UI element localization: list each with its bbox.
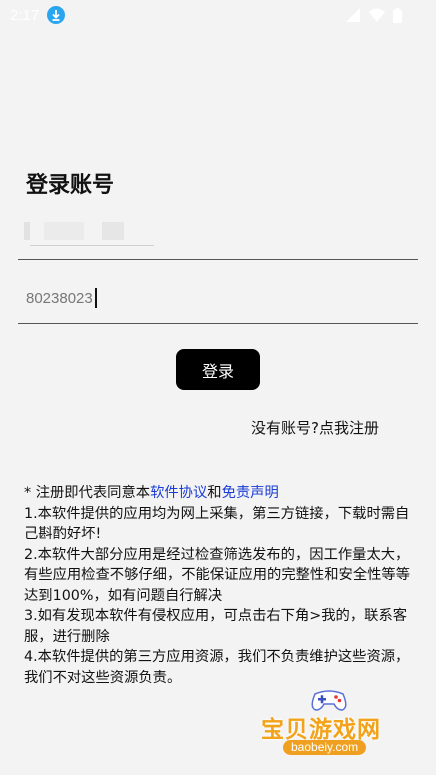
page-title: 登录账号 [26, 173, 115, 198]
account-blur [24, 222, 30, 240]
register-link[interactable]: 没有账号?点我注册 [251, 417, 379, 438]
notice-text: * 注册即代表同意本软件协议和免责声明 1.本软件提供的应用均为网上采集，第三方… [24, 483, 418, 688]
account-input[interactable] [24, 220, 154, 246]
disclaimer-link[interactable]: 免责声明 [222, 485, 279, 501]
login-button[interactable]: 登录 [176, 349, 260, 390]
notice-item-2: 2.本软件大部分应用是经过检查筛选发布的，因工作量太大，有些应用检查不够仔细，不… [24, 546, 411, 604]
account-blur [102, 222, 124, 240]
notice-line: * 注册即代表同意本软件协议和免责声明 [24, 483, 418, 504]
wifi-icon [369, 8, 385, 22]
agreement-link[interactable]: 软件协议 [150, 485, 207, 501]
status-bar: 2:17 [0, 0, 436, 30]
notice-and: 和 [207, 485, 222, 501]
gamepad-icon [311, 690, 347, 711]
notice-item-4: 4.本软件提供的第三方应用资源，我们不负责维护这些资源，我们不对这些资源负责。 [24, 649, 410, 686]
download-icon [47, 6, 66, 24]
password-underline [18, 323, 418, 324]
password-input[interactable]: 80238023 [26, 288, 97, 308]
notice-item-3: 3.如有发现本软件有侵权应用，可点击右下角>我的，联系客服，进行删除 [24, 608, 408, 645]
text-cursor [94, 288, 97, 308]
notice-item-1: 1.本软件提供的应用均为网上采集，第三方链接，下载时需自己斟酌好坏! [24, 505, 410, 543]
account-inner-line [30, 245, 154, 246]
watermark-logo: 宝贝游戏网 baobeiy.com [255, 688, 405, 758]
battery-icon [393, 7, 402, 23]
account-underline [18, 259, 418, 260]
watermark-name: 宝贝游戏网 [261, 717, 381, 743]
watermark-url: baobeiy.com [283, 740, 367, 755]
account-blur [44, 222, 84, 240]
password-value: 80238023 [26, 289, 93, 307]
notice-prefix: * 注册即代表同意本 [24, 485, 151, 501]
status-time: 2:17 [10, 6, 40, 24]
signal-icon [346, 8, 360, 22]
